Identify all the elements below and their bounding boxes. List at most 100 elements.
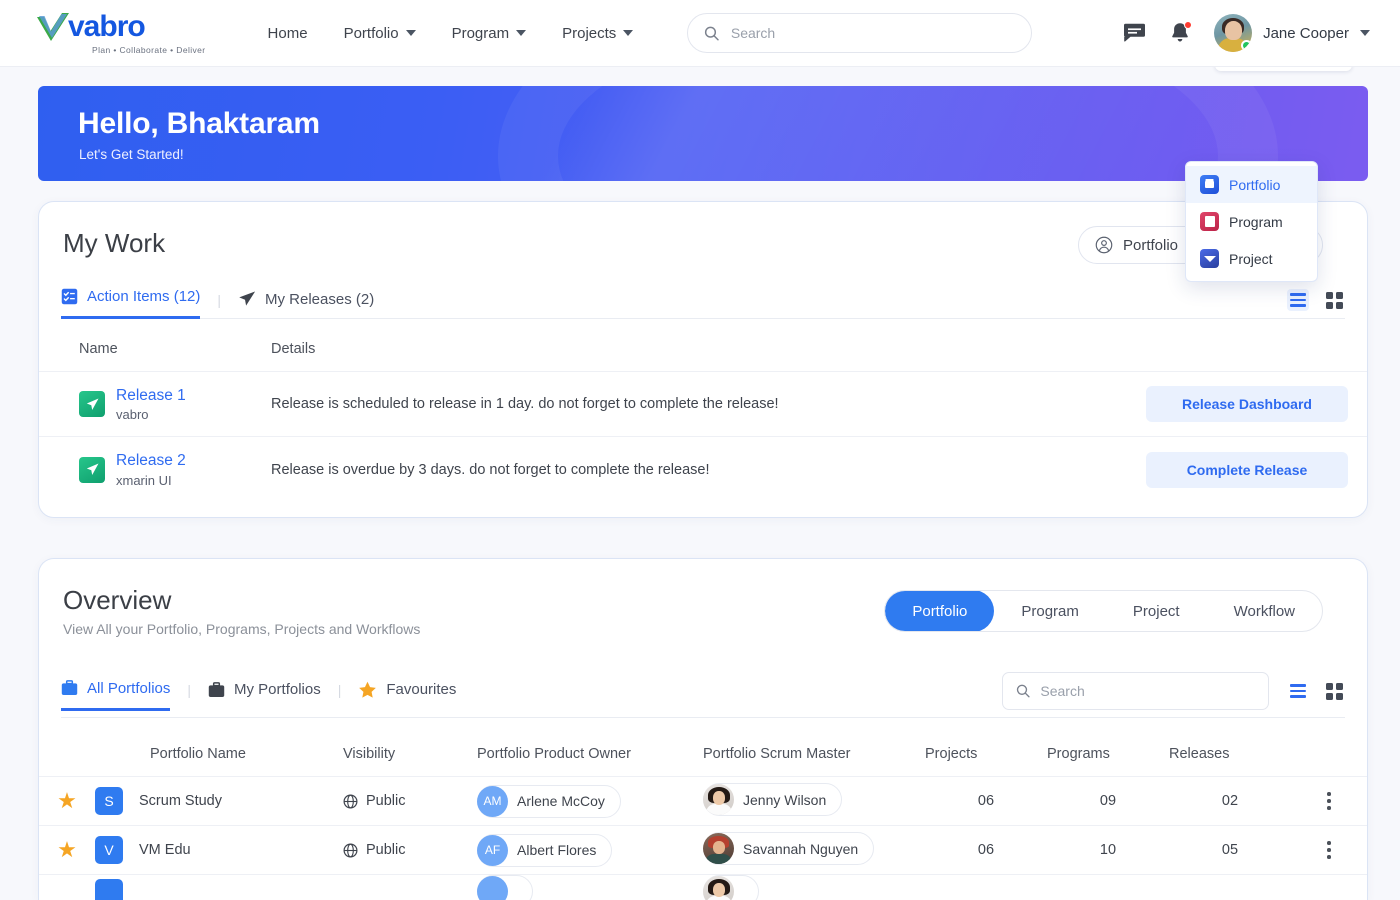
visibility-value: Public [366, 842, 406, 858]
create-menu-item-project[interactable]: Project [1186, 240, 1317, 277]
tab-my-releases[interactable]: My Releases (2) [238, 290, 374, 319]
list-icon [1290, 293, 1306, 306]
column-header-details: Details [271, 341, 1127, 372]
grid-view-toggle[interactable] [1323, 289, 1345, 311]
product-owner-chip[interactable]: AF Albert Flores [477, 834, 612, 867]
release-name-link[interactable]: Release 2 [116, 451, 186, 470]
my-work-table: Name Details Release 1 vabro [39, 341, 1367, 502]
message-icon[interactable] [1123, 23, 1146, 43]
tab-favourites-label: Favourites [386, 681, 456, 698]
user-name-label: Jane Cooper [1263, 25, 1349, 42]
nav-item-home-label: Home [268, 25, 308, 42]
checklist-icon [61, 288, 78, 305]
product-owner-name: Arlene McCoy [517, 793, 605, 809]
row-actions-menu[interactable] [1291, 792, 1367, 810]
avatar [703, 876, 734, 900]
globe-icon [343, 794, 358, 809]
global-search-input[interactable] [731, 25, 1015, 41]
search-icon [1016, 683, 1030, 699]
my-work-card: My Work Portfolio Action Items (12) [38, 201, 1368, 518]
overview-card: Overview View All your Portfolio, Progra… [38, 558, 1368, 900]
scrum-master-chip[interactable]: Jenny Wilson [703, 783, 842, 816]
globe-icon [343, 843, 358, 858]
column-header-releases: Releases [1169, 746, 1291, 777]
tab-divider: | [321, 682, 359, 709]
program-icon [1200, 212, 1219, 231]
scrum-master-chip[interactable]: Savannah Nguyen [703, 832, 874, 865]
scrum-master-chip[interactable] [703, 875, 759, 900]
product-owner-chip[interactable]: AM Arlene McCoy [477, 785, 621, 818]
create-menu-item-project-label: Project [1229, 251, 1273, 267]
checkmark-icon [36, 12, 70, 44]
grid-icon [1326, 292, 1343, 309]
nav-item-projects[interactable]: Projects [562, 25, 633, 42]
project-icon [1200, 249, 1219, 268]
table-row[interactable]: ★ V VM Edu Public [39, 826, 1367, 875]
nav-item-program-label: Program [452, 25, 510, 42]
column-header-projects: Projects [925, 746, 1047, 777]
avatar [1214, 14, 1252, 52]
top-navigation-bar: vabro Plan • Collaborate • Deliver Home … [0, 0, 1400, 67]
segment-project[interactable]: Project [1106, 590, 1207, 632]
nav-item-portfolio[interactable]: Portfolio [344, 25, 416, 42]
tab-all-portfolios-label: All Portfolios [87, 680, 170, 697]
portfolio-table: Portfolio Name Visibility Portfolio Prod… [39, 746, 1367, 900]
tab-all-portfolios[interactable]: All Portfolios [61, 680, 170, 711]
bell-icon[interactable] [1170, 22, 1190, 44]
release-subtitle: vabro [116, 407, 186, 422]
list-icon [1290, 684, 1306, 697]
user-menu[interactable]: Jane Cooper [1214, 14, 1370, 52]
favourite-star-toggle[interactable]: ★ [57, 837, 77, 862]
release-name-link[interactable]: Release 1 [116, 386, 186, 405]
row-actions-menu[interactable] [1291, 841, 1367, 859]
online-status-indicator [1241, 40, 1252, 51]
segment-portfolio[interactable]: Portfolio [885, 590, 994, 632]
column-header-name: Name [39, 341, 271, 372]
segment-program[interactable]: Program [994, 590, 1106, 632]
logo-wordmark: vabro [68, 12, 145, 42]
tab-action-items[interactable]: Action Items (12) [61, 288, 200, 319]
global-search-box[interactable] [687, 13, 1032, 53]
avatar-initials: AF [477, 835, 508, 866]
projects-count: 06 [925, 826, 1047, 875]
segment-workflow[interactable]: Workflow [1207, 590, 1322, 632]
complete-release-button[interactable]: Complete Release [1146, 452, 1348, 488]
vabro-logo[interactable]: vabro Plan • Collaborate • Deliver [36, 12, 206, 55]
list-view-toggle[interactable] [1287, 680, 1309, 702]
favourite-star-toggle[interactable]: ★ [57, 788, 77, 813]
overview-entity-segmented-control: Portfolio Program Project Workflow [884, 590, 1323, 632]
table-row[interactable] [39, 875, 1367, 900]
portfolio-name[interactable]: Scrum Study [139, 793, 222, 809]
chevron-down-icon [623, 30, 633, 36]
my-work-tabs: Action Items (12) | My Releases (2) [61, 288, 1345, 319]
main-nav-links: Home Portfolio Program Projects [268, 25, 634, 42]
nav-item-projects-label: Projects [562, 25, 616, 42]
programs-count: 09 [1047, 777, 1169, 826]
table-row[interactable]: ★ S Scrum Study Public [39, 777, 1367, 826]
overview-search-input[interactable] [1040, 683, 1255, 699]
star-icon [358, 681, 377, 699]
create-menu-item-program[interactable]: Program [1186, 203, 1317, 240]
product-owner-chip[interactable] [477, 875, 533, 900]
list-view-toggle[interactable] [1287, 289, 1309, 311]
tab-favourites[interactable]: Favourites [358, 681, 456, 710]
tab-my-portfolios[interactable]: My Portfolios [208, 681, 321, 709]
releases-count: 02 [1169, 777, 1291, 826]
tab-divider: | [170, 682, 208, 709]
programs-count: 10 [1047, 826, 1169, 875]
tab-my-portfolios-label: My Portfolios [234, 681, 321, 698]
release-dashboard-button[interactable]: Release Dashboard [1146, 386, 1348, 422]
create-menu-item-portfolio[interactable]: Portfolio [1186, 166, 1317, 203]
overview-search-box[interactable] [1002, 672, 1269, 710]
release-icon [79, 391, 105, 417]
table-row[interactable]: Release 1 vabro Release is scheduled to … [39, 372, 1367, 437]
search-icon [704, 25, 720, 42]
column-header-product-owner: Portfolio Product Owner [477, 746, 703, 777]
column-header-portfolio-name: Portfolio Name [95, 746, 343, 777]
hero-banner: Hello, Bhaktaram Let's Get Started! [38, 86, 1368, 181]
nav-item-home[interactable]: Home [268, 25, 308, 42]
portfolio-name[interactable]: VM Edu [139, 842, 191, 858]
table-row[interactable]: Release 2 xmarin UI Release is overdue b… [39, 437, 1367, 502]
nav-item-program[interactable]: Program [452, 25, 527, 42]
grid-view-toggle[interactable] [1323, 680, 1345, 702]
